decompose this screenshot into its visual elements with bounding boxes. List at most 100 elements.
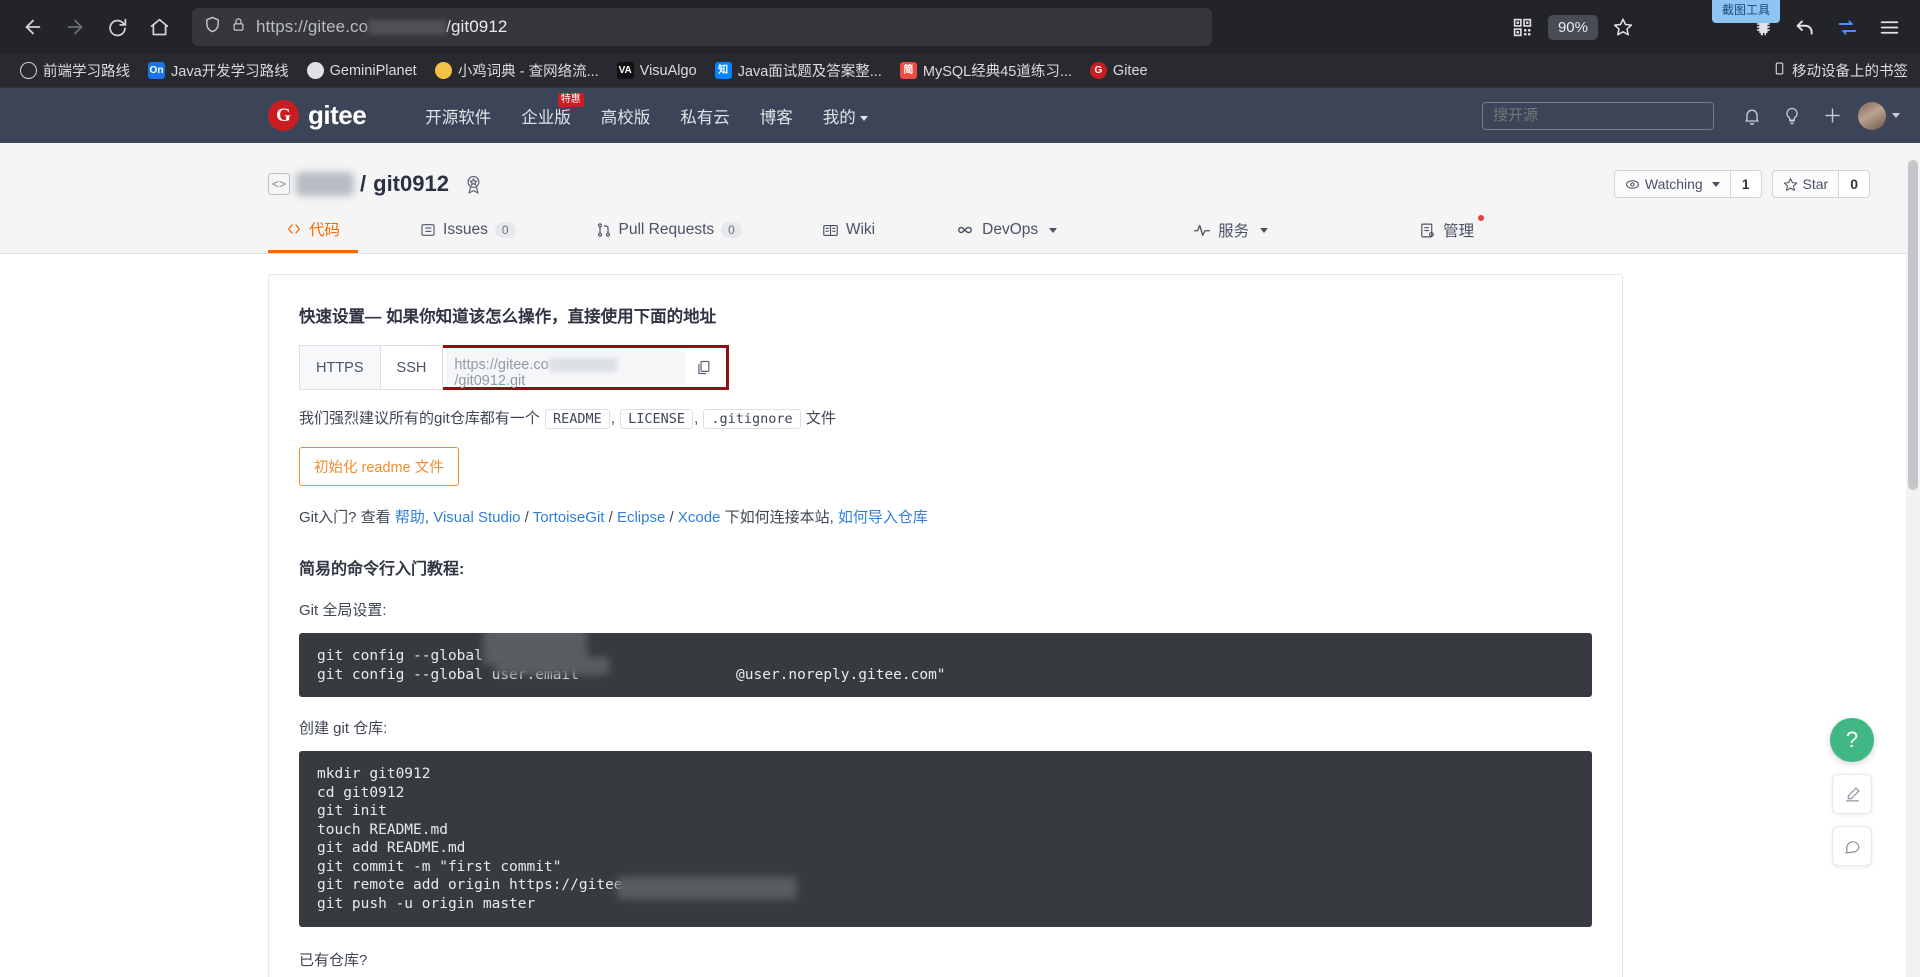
copy-icon[interactable] xyxy=(686,359,720,376)
repo-slash: / xyxy=(360,171,367,196)
repo-title-row: <> / git0912 Watching 1 Star 0 xyxy=(0,143,1920,205)
tutorial-section-title: 简易的命令行入门教程: xyxy=(299,561,465,578)
star-button[interactable]: Star xyxy=(1772,171,1839,197)
repo-actions: Watching 1 Star 0 xyxy=(1613,170,1900,198)
protocol-https-button[interactable]: HTTPS xyxy=(299,345,381,390)
nav-item-mine[interactable]: 我的 xyxy=(808,104,883,128)
star-count: 0 xyxy=(1838,171,1869,197)
undo-icon[interactable] xyxy=(1788,10,1822,44)
nav-item-opensource[interactable]: 开源软件 xyxy=(410,104,506,128)
manage-notification-dot xyxy=(1478,215,1485,221)
back-arrow-icon[interactable] xyxy=(14,8,52,46)
clone-url-row: HTTPS SSH https://gitee.co/git0912.git xyxy=(299,345,729,390)
bookmark-item[interactable]: 知 Java面试题及答案整... xyxy=(707,57,890,84)
site-icon xyxy=(306,62,324,79)
chip-license: LICENSE xyxy=(620,409,694,429)
bookmark-item[interactable]: GeminiPlanet xyxy=(299,59,425,82)
forward-arrow-icon[interactable] xyxy=(56,8,94,46)
shield-icon[interactable] xyxy=(204,16,221,38)
bookmark-item[interactable]: On Java开发学习路线 xyxy=(140,57,297,84)
watch-button[interactable]: Watching xyxy=(1614,171,1730,197)
home-icon[interactable] xyxy=(140,8,178,46)
gitee-logo[interactable]: G gitee xyxy=(268,100,367,131)
floating-widgets: ? xyxy=(1830,718,1874,866)
repo-code-icon: <> xyxy=(268,173,290,195)
code-line: git push -u origin master xyxy=(317,895,536,912)
tab-pull-requests[interactable]: Pull Requests 0 xyxy=(578,207,760,253)
issue-icon xyxy=(421,224,435,236)
git-intro-line: Git入门? 查看 帮助, Visual Studio / TortoiseGi… xyxy=(299,509,928,526)
bookmark-item[interactable]: VA VisuAlgo xyxy=(609,59,705,82)
nav-item-enterprise[interactable]: 企业版 特惠 xyxy=(506,92,586,128)
comment-icon[interactable] xyxy=(1832,826,1872,866)
mobile-icon xyxy=(1773,60,1786,81)
wiki-icon xyxy=(823,224,838,236)
link-import-repo[interactable]: 如何导入仓库 xyxy=(838,509,928,526)
clone-url-input[interactable]: https://gitee.co/git0912.git xyxy=(446,351,686,389)
chevron-down-icon xyxy=(859,115,868,121)
site-icon: 知 xyxy=(714,62,732,79)
lightbulb-icon[interactable] xyxy=(1772,96,1812,136)
search-input[interactable] xyxy=(1482,101,1714,130)
nav-item-campus[interactable]: 高校版 xyxy=(586,104,666,128)
mobile-bookmarks-item[interactable]: 移动设备上的书签 xyxy=(1773,60,1908,81)
code-line: git remote add origin https://gitee xyxy=(317,877,623,894)
bookmark-item[interactable]: 简 MySQL经典45道练习... xyxy=(892,57,1080,84)
repo-file-suggestion: 我们强烈建议所有的git仓库都有一个 README, LICENSE, .git… xyxy=(299,409,836,429)
link-eclipse[interactable]: Eclipse xyxy=(617,509,665,526)
link-xcode[interactable]: Xcode xyxy=(678,509,721,526)
nav-item-private-cloud[interactable]: 私有云 xyxy=(665,104,745,128)
bell-icon[interactable] xyxy=(1732,96,1772,136)
link-visual-studio[interactable]: Visual Studio xyxy=(433,509,520,526)
avatar[interactable] xyxy=(1858,101,1886,130)
tab-code[interactable]: 代码 xyxy=(268,207,359,253)
chevron-down-icon[interactable] xyxy=(1892,113,1900,118)
bookmark-item[interactable]: 小鸡词典 - 查网络流... xyxy=(427,57,607,84)
float-tab-indicator: 截图工具 xyxy=(1711,0,1780,23)
nav-item-blog[interactable]: 博客 xyxy=(745,104,808,128)
link-tortoisegit[interactable]: TortoiseGit xyxy=(533,509,605,526)
bookmark-item[interactable]: G Gitee xyxy=(1082,59,1156,82)
tab-services[interactable]: 服务 xyxy=(1175,207,1286,253)
pulse-icon xyxy=(1193,224,1211,236)
bookmarks-bar: 前端学习路线 On Java开发学习路线 GeminiPlanet 小鸡词典 -… xyxy=(0,54,1920,88)
lock-icon[interactable] xyxy=(231,17,246,37)
create-repo-label: 创建 git 仓库: xyxy=(299,720,388,737)
code-line: mkdir git0912 xyxy=(317,766,431,782)
reload-icon[interactable] xyxy=(98,8,136,46)
globe-icon xyxy=(20,62,37,79)
infinity-icon xyxy=(958,226,973,234)
page-scrollbar[interactable] xyxy=(1906,160,1920,977)
zoom-level[interactable]: 90% xyxy=(1547,14,1598,40)
qr-code-icon[interactable] xyxy=(1506,10,1540,44)
site-icon: VA xyxy=(616,62,634,79)
init-readme-button[interactable]: 初始化 readme 文件 xyxy=(299,447,459,486)
site-icon: On xyxy=(148,62,165,79)
protocol-ssh-button[interactable]: SSH xyxy=(380,345,444,390)
tab-manage[interactable]: 管理 xyxy=(1401,207,1492,253)
tab-devops[interactable]: DevOps xyxy=(937,207,1075,253)
create-repo-codeblock: mkdir git0912 cd git0912 git init touch … xyxy=(299,751,1592,928)
code-line: git add README.md xyxy=(317,840,466,857)
quick-setup-heading: 快速设置— 如果你知道该怎么操作，直接使用下面的地址 xyxy=(299,308,717,326)
plus-icon[interactable] xyxy=(1812,96,1852,136)
watch-button-group[interactable]: Watching 1 xyxy=(1613,170,1762,198)
menu-icon[interactable] xyxy=(1872,10,1906,44)
tab-wiki[interactable]: Wiki xyxy=(804,207,893,253)
address-bar[interactable]: https://gitee.co/git0912 xyxy=(192,8,1212,46)
bookmark-star-icon[interactable] xyxy=(1606,10,1640,44)
bookmark-item[interactable]: 前端学习路线 xyxy=(12,57,138,84)
link-help[interactable]: 帮助 xyxy=(395,509,425,526)
site-icon: G xyxy=(1089,62,1107,79)
browser-chrome: 截图工具 https://gitee.co/git0912 90% 前端学习路线… xyxy=(0,0,1920,88)
watch-count: 1 xyxy=(1729,171,1761,197)
star-button-group[interactable]: Star 0 xyxy=(1771,170,1870,198)
help-button[interactable]: ? xyxy=(1830,718,1874,762)
global-nav: 开源软件 企业版 特惠 高校版 私有云 博客 我的 xyxy=(410,92,883,128)
site-icon xyxy=(434,62,452,79)
issues-count: 0 xyxy=(494,222,516,238)
scrollbar-thumb[interactable] xyxy=(1908,160,1918,490)
tab-issues[interactable]: Issues 0 xyxy=(402,207,534,253)
feedback-icon[interactable] xyxy=(1832,774,1872,814)
sync-icon[interactable] xyxy=(1830,10,1864,44)
